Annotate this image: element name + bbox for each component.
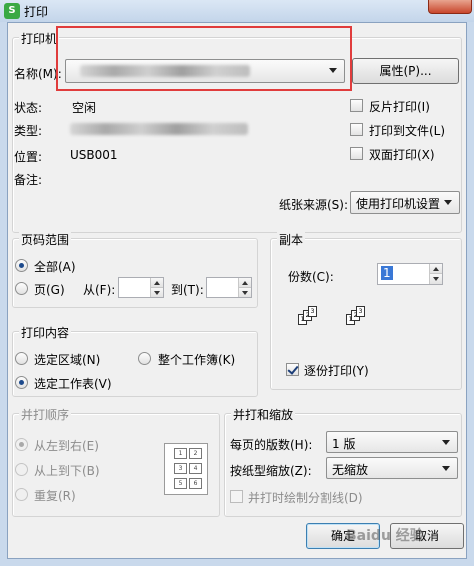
printer-properties-button[interactable]: 属性(P)... xyxy=(352,58,459,84)
copies-count-label: 份数(C): xyxy=(288,270,334,284)
copies-count-value: 1 xyxy=(381,266,393,280)
printer-status-label: 状态: xyxy=(14,101,43,115)
preview-page-4: 4 xyxy=(189,463,202,474)
baidu-watermark: Baidu 经验 xyxy=(346,528,424,544)
spin-up-icon[interactable] xyxy=(150,278,163,288)
page-to-spinner[interactable] xyxy=(206,277,252,298)
draw-separator-checkbox[interactable] xyxy=(230,490,243,503)
selection-radio[interactable] xyxy=(15,352,28,365)
duplex-print-checkbox[interactable] xyxy=(350,147,363,160)
entire-workbook-label[interactable]: 整个工作簿(K) xyxy=(158,351,235,368)
window-title: 打印 xyxy=(24,5,49,19)
order-top-to-bottom-radio[interactable] xyxy=(15,463,28,476)
paper-source-value: 使用打印机设置 xyxy=(356,197,441,211)
print-to-file-label[interactable]: 打印到文件(L) xyxy=(369,122,445,139)
selected-sheet-label[interactable]: 选定工作表(V) xyxy=(34,375,112,392)
order-left-to-right-radio[interactable] xyxy=(15,438,28,451)
print-order-group-label: 并打顺序 xyxy=(19,406,72,423)
draw-separator-label[interactable]: 并打时绘制分割线(D) xyxy=(248,489,363,506)
page-from-spinner[interactable] xyxy=(118,277,164,298)
entire-workbook-radio[interactable] xyxy=(138,352,151,365)
print-content-group-label: 打印内容 xyxy=(19,324,72,341)
print-to-file-checkbox[interactable] xyxy=(350,123,363,136)
selected-sheet-radio[interactable] xyxy=(15,376,28,389)
printer-type-value-redacted xyxy=(70,123,248,135)
order-left-to-right-label[interactable]: 从左到右(E) xyxy=(34,437,99,454)
printer-comment-label: 备注: xyxy=(14,173,43,187)
page-range-group-label: 页码范围 xyxy=(19,231,72,248)
printer-location-value: USB001 xyxy=(70,148,118,162)
collate-checkbox[interactable] xyxy=(286,363,299,376)
preview-page-5: 5 xyxy=(174,478,187,489)
spin-down-icon[interactable] xyxy=(429,274,442,284)
scale-to-paper-value: 无缩放 xyxy=(332,463,369,477)
highlight-box xyxy=(56,26,352,91)
spin-down-icon[interactable] xyxy=(150,287,163,297)
copies-count-spinner[interactable]: 1 xyxy=(377,263,443,285)
print-dialog: 打印机 名称(M): 属性(P)... 状态: 空闲 类型: 位置: USB00… xyxy=(7,22,467,559)
page-range-pages-label[interactable]: 页(G) xyxy=(34,281,65,298)
paper-source-select[interactable]: 使用打印机设置 xyxy=(350,191,460,214)
printer-status-value: 空闲 xyxy=(72,101,97,115)
order-repeat-radio[interactable] xyxy=(15,488,28,501)
spin-up-icon[interactable] xyxy=(238,278,251,288)
printer-location-label: 位置: xyxy=(14,150,43,164)
page-range-pages-radio[interactable] xyxy=(15,282,28,295)
mirror-print-label[interactable]: 反片打印(I) xyxy=(369,98,430,115)
pages-per-sheet-select[interactable]: 1 版 xyxy=(326,431,458,453)
order-top-to-bottom-label[interactable]: 从上到下(B) xyxy=(34,462,100,479)
pages-per-sheet-label: 每页的版数(H): xyxy=(230,438,313,452)
page-from-label: 从(F): xyxy=(83,283,116,297)
paper-source-label: 纸张来源(S): xyxy=(279,198,349,212)
printer-name-label: 名称(M): xyxy=(14,67,62,81)
spin-down-icon[interactable] xyxy=(238,287,251,297)
page-range-all-label[interactable]: 全部(A) xyxy=(34,258,76,275)
preview-page-3: 3 xyxy=(174,463,187,474)
printer-type-label: 类型: xyxy=(14,124,43,138)
spin-up-icon[interactable] xyxy=(429,264,442,274)
copies-group-label: 副本 xyxy=(277,231,306,248)
collate-label[interactable]: 逐份打印(Y) xyxy=(304,362,369,379)
scale-to-paper-select[interactable]: 无缩放 xyxy=(326,457,458,479)
chevron-down-icon xyxy=(442,466,450,471)
wps-spreadsheet-icon: S xyxy=(4,3,20,19)
title-bar: S 打印 xyxy=(0,0,474,22)
printer-group-label: 打印机 xyxy=(19,30,60,47)
page-range-all-radio[interactable] xyxy=(15,259,28,272)
duplex-print-label[interactable]: 双面打印(X) xyxy=(369,146,435,163)
close-button[interactable] xyxy=(428,0,472,14)
order-repeat-label[interactable]: 重复(R) xyxy=(34,487,76,504)
pages-per-sheet-value: 1 版 xyxy=(332,437,356,451)
page-to-label: 到(T): xyxy=(171,283,204,297)
chevron-down-icon xyxy=(442,440,450,445)
selection-label[interactable]: 选定区域(N) xyxy=(34,351,100,368)
scale-to-paper-label: 按纸型缩放(Z): xyxy=(230,464,312,478)
chevron-down-icon xyxy=(444,200,452,205)
preview-page-1: 1 xyxy=(174,448,187,459)
print-order-preview: 1 2 3 4 5 6 xyxy=(164,443,208,495)
mirror-print-checkbox[interactable] xyxy=(350,99,363,112)
zoom-group-label: 并打和缩放 xyxy=(231,406,296,423)
preview-page-6: 6 xyxy=(189,478,202,489)
collate-pages-icon: 1 2 3 1 2 3 xyxy=(298,306,388,346)
preview-page-2: 2 xyxy=(189,448,202,459)
